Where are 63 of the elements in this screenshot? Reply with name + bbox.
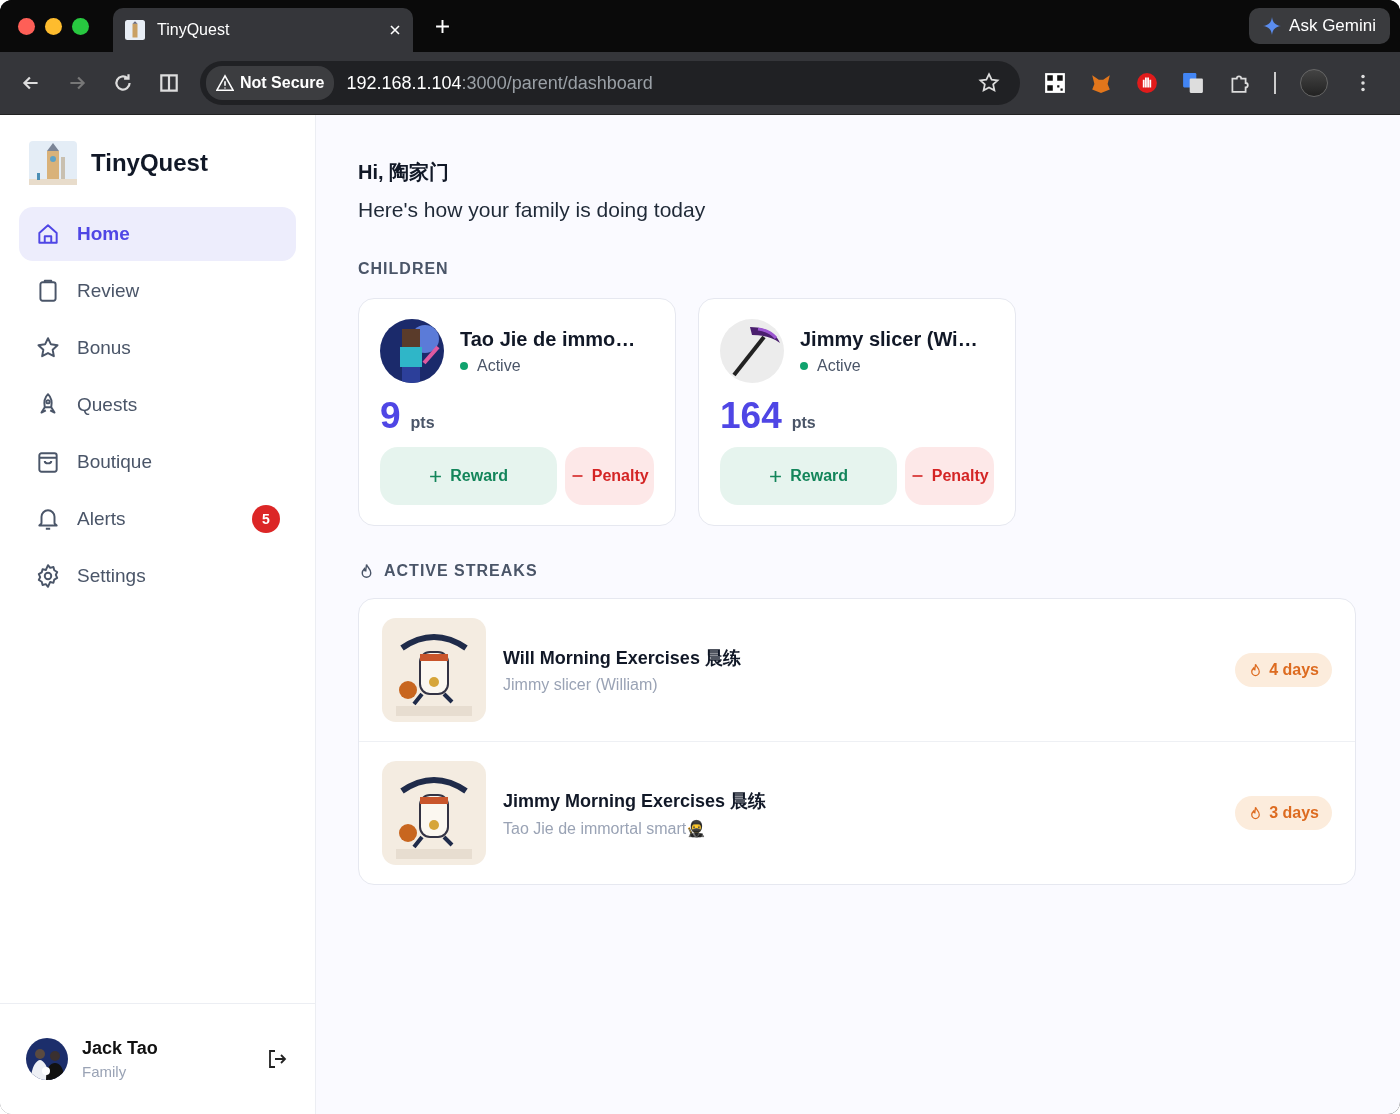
shopping-bag-icon [35,449,61,475]
security-chip[interactable]: Not Secure [206,66,335,100]
ask-gemini-button[interactable]: Ask Gemini [1249,8,1390,44]
subtitle: Here's how your family is doing today [358,198,707,222]
streak-days-badge: 4 days [1235,653,1332,687]
split-view-icon[interactable] [158,72,180,94]
nav-item[interactable]: Quests [19,378,296,432]
profile-avatar[interactable] [1300,69,1328,97]
streak-title: Jimmy Morning Exercises 晨练 [503,789,767,813]
new-tab-icon[interactable] [435,18,450,34]
streak-days-badge: 3 days [1235,796,1332,830]
plus-icon [429,469,443,483]
sparkle-icon [1263,17,1282,35]
browser-tab[interactable]: TinyQuest [113,8,413,52]
points-unit: pts [791,414,816,432]
hand-icon[interactable] [1136,72,1158,94]
nav-item[interactable]: Review [19,264,296,318]
user-name: Jack Tao [82,1038,158,1059]
nav-item[interactable]: Settings [19,549,296,603]
minus-icon [570,474,584,478]
nav-item[interactable]: Home [19,207,296,261]
penalty-button[interactable]: Penalty [905,447,994,505]
plus-icon [769,469,783,483]
bell-icon [35,506,61,532]
points-value: 9 [380,395,401,437]
greeting: Hi, 陶家门 [358,160,451,185]
url-path: :3000/parent/dashboard [461,72,653,94]
zoom-window-button[interactable] [72,17,89,35]
section-heading: CHILDREN [358,260,450,278]
child-name: Tao Jie de immo… [460,327,636,351]
points-unit: pts [410,414,435,432]
penalty-button[interactable]: Penalty [565,447,654,505]
nav-item[interactable]: Boutique [19,435,296,489]
count-badge: 5 [252,505,280,533]
url-host: 192.168.1.104 [346,72,462,94]
fox-icon[interactable] [1090,72,1112,94]
app-name: TinyQuest [91,149,208,177]
warning-icon [216,74,234,92]
address-bar[interactable]: Not Secure 192.168.1.104:3000/parent/dashboard [200,61,1020,105]
reward-button[interactable]: Reward [720,447,898,505]
status-label: Active [817,356,861,375]
nav-item[interactable]: Bonus [19,321,296,375]
minus-icon [910,474,924,478]
nav-item[interactable]: Alerts 5 [19,492,296,546]
close-icon[interactable] [389,24,401,36]
child-name: Tao Jie de immortal smart🥷 [503,818,708,838]
bookmark-star-icon[interactable] [978,72,1000,94]
tower-icon [125,20,145,40]
settings-icon [35,563,61,589]
minimize-window-button[interactable] [45,17,62,35]
user-role: Family [82,1063,128,1080]
status-label: Active [477,356,521,375]
reload-icon[interactable] [112,72,134,94]
points-value: 164 [720,395,782,437]
streak-title: Will Morning Exercises 晨练 [503,647,741,670]
home-icon [35,221,61,247]
child-name: Jimmy slicer (William) [503,676,659,694]
reward-button[interactable]: Reward [380,447,558,505]
qr-code-icon[interactable] [1044,72,1066,94]
section-heading: ACTIVE STREAKS [384,562,538,580]
child-name: Jimmy slicer (Wi… [800,327,978,351]
tab-title: TinyQuest [157,21,231,39]
close-window-button[interactable] [18,17,35,35]
